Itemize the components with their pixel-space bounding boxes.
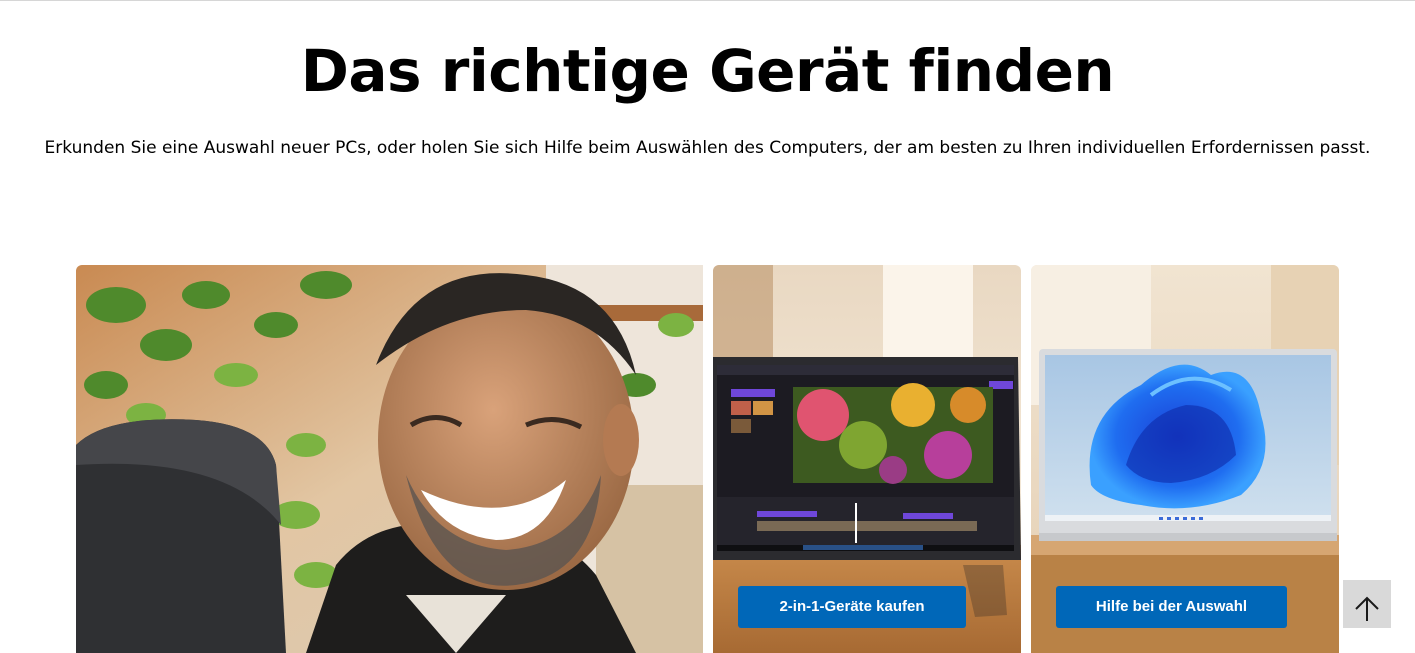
help-choosing-button[interactable]: Hilfe bei der Auswahl bbox=[1056, 586, 1287, 628]
page-subtitle: Erkunden Sie eine Auswahl neuer PCs, ode… bbox=[44, 138, 1371, 158]
man-at-laptop-photo bbox=[76, 265, 703, 653]
back-to-top-button[interactable] bbox=[1343, 580, 1391, 628]
top-border bbox=[0, 0, 1415, 1]
page-title: Das richtige Gerät finden bbox=[300, 37, 1115, 105]
arrow-up-icon bbox=[1355, 596, 1379, 621]
man-at-laptop-card[interactable] bbox=[76, 265, 703, 653]
shop-2-in-1-button[interactable]: 2-in-1-Geräte kaufen bbox=[738, 586, 966, 628]
